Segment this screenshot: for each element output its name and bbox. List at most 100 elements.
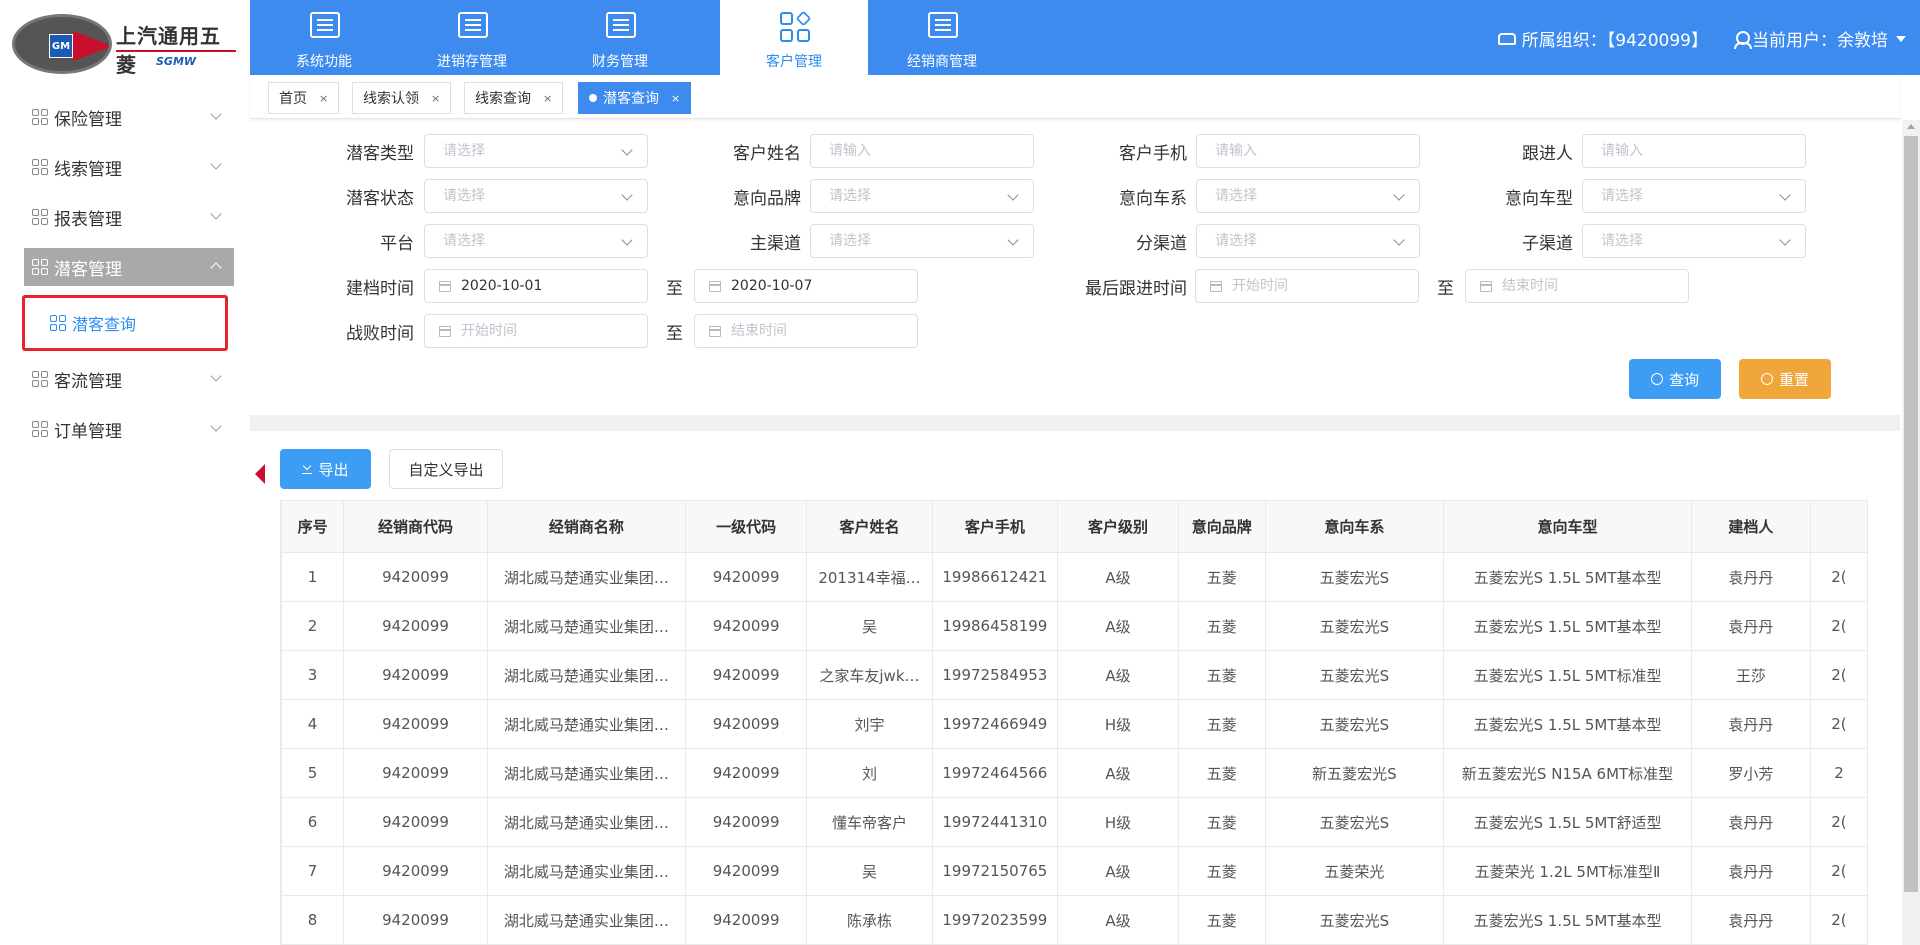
logo-name-en: SGMW xyxy=(156,55,197,68)
query-button[interactable]: 查询 xyxy=(1629,359,1721,399)
scrollbar-thumb[interactable] xyxy=(1904,136,1918,892)
customer-name-input[interactable]: 请输入 xyxy=(810,134,1034,168)
chevron-down-icon xyxy=(210,370,222,382)
tab-home[interactable]: 首页 × xyxy=(268,82,340,114)
close-icon[interactable]: × xyxy=(543,92,552,105)
collapse-sidebar-icon[interactable] xyxy=(255,464,265,484)
customer-phone-input[interactable]: 请输入 xyxy=(1196,134,1420,168)
table-cell: 五菱宏光S xyxy=(1264,552,1445,602)
child-channel-select[interactable]: 请选择 xyxy=(1582,224,1806,258)
close-icon[interactable]: × xyxy=(431,92,440,105)
column-header: 意向品牌 xyxy=(1177,500,1266,553)
create-time-end[interactable]: 2020-10-07 xyxy=(694,269,918,303)
table-cell: 五菱 xyxy=(1177,650,1266,700)
topnav-inventory[interactable]: 进销存管理 xyxy=(398,0,546,75)
table-cell: 袁丹丹 xyxy=(1690,797,1811,847)
table-cell: 9420099 xyxy=(343,650,488,700)
reset-button[interactable]: 重置 xyxy=(1739,359,1831,399)
sidebar-item-reports[interactable]: 报表管理 xyxy=(24,198,234,236)
label-child-channel: 子渠道 xyxy=(1522,234,1573,254)
chevron-down-icon xyxy=(621,234,633,246)
table-cell: 3 xyxy=(281,650,345,700)
topnav-customer[interactable]: 客户管理 xyxy=(720,0,868,75)
chevron-down-icon xyxy=(1393,234,1405,246)
potential-status-select[interactable]: 请选择 xyxy=(424,179,648,213)
range-separator: 至 xyxy=(666,324,683,344)
column-header: 建档人 xyxy=(1690,500,1811,553)
table-row[interactable]: 4 9420099 湖北威马楚通实业集团… 9420099 刘宇 19972466949 H… xyxy=(281,699,1868,749)
tab-lead-query[interactable]: 线索查询 × xyxy=(464,82,564,114)
platform-select[interactable]: 请选择 xyxy=(424,224,648,258)
table-cell: H级 xyxy=(1057,797,1179,847)
scroll-up-icon[interactable] xyxy=(1907,124,1915,129)
section-divider xyxy=(250,415,1900,431)
create-time-start[interactable]: 2020-10-01 xyxy=(424,269,648,303)
vertical-scrollbar[interactable] xyxy=(1902,120,1920,945)
table-cell: 袁丹丹 xyxy=(1690,552,1811,602)
last-follow-time-end[interactable]: 结束时间 xyxy=(1465,269,1689,303)
sidebar-item-potential-customers[interactable]: 潜客管理 xyxy=(24,248,234,286)
follower-input[interactable]: 请输入 xyxy=(1582,134,1806,168)
tab-lead-claim[interactable]: 线索认领 × xyxy=(352,82,452,114)
last-follow-time-start[interactable]: 开始时间 xyxy=(1195,269,1419,303)
table-cell: 五菱宏光S 1.5L 5MT基本型 xyxy=(1443,895,1692,945)
table-row[interactable]: 5 9420099 湖北威马楚通实业集团… 9420099 刘 19972464566 A级… xyxy=(281,748,1868,798)
sidebar-item-orders[interactable]: 订单管理 xyxy=(24,410,234,448)
defeat-time-end[interactable]: 结束时间 xyxy=(694,314,918,348)
export-button[interactable]: 导出 xyxy=(280,449,371,489)
header-info: 所属组织：【9420099】 当前用户：余敦培 xyxy=(1497,26,1906,51)
sgmw-logo: GM 上汽通用五菱 SGMW xyxy=(10,12,240,78)
close-icon[interactable]: × xyxy=(671,92,680,105)
column-header: 意向车系 xyxy=(1264,500,1445,553)
table-cell: 9420099 xyxy=(684,601,808,651)
table-row[interactable]: 7 9420099 湖北威马楚通实业集团… 9420099 吴 19972150765 A级… xyxy=(281,846,1868,896)
topnav-finance[interactable]: 财务管理 xyxy=(546,0,694,75)
table-body: 1 9420099 湖北威马楚通实业集团… 9420099 201314幸福… 19986… xyxy=(281,552,1868,945)
table-row[interactable]: 3 9420099 湖北威马楚通实业集团… 9420099 之家车友jwk… 199725… xyxy=(281,650,1868,700)
download-icon xyxy=(302,464,313,474)
topnav-system[interactable]: 系统功能 xyxy=(250,0,398,75)
main-channel-select[interactable]: 请选择 xyxy=(810,224,1034,258)
close-icon[interactable]: × xyxy=(319,92,328,105)
intent-series-select[interactable]: 请选择 xyxy=(1196,179,1420,213)
table-cell: 袁丹丹 xyxy=(1690,699,1811,749)
table-cell: 湖北威马楚通实业集团… xyxy=(486,846,686,896)
custom-export-button[interactable]: 自定义导出 xyxy=(389,449,503,489)
sidebar-subitem-potential-query[interactable]: 潜客查询 xyxy=(22,295,234,351)
table-cell: 9420099 xyxy=(343,699,488,749)
grid-icon xyxy=(32,371,48,387)
calendar-icon xyxy=(439,281,451,292)
intent-brand-select[interactable]: 请选择 xyxy=(810,179,1034,213)
table-cell: 新五菱宏光S xyxy=(1264,748,1445,798)
column-header: 序号 xyxy=(281,500,345,553)
results-table: 序号 经销商代码 经销商名称 一级代码 客户姓名 客户手机 客户级别 意向品牌 意向车系 意向车型… xyxy=(280,500,1868,945)
data-table: 序号 经销商代码 经销商名称 一级代码 客户姓名 客户手机 客户级别 意向品牌 意向车系 意向车型… xyxy=(281,500,1868,945)
table-cell: 2( xyxy=(1809,699,1868,749)
table-row[interactable]: 2 9420099 湖北威马楚通实业集团… 9420099 吴 19986458199 A级… xyxy=(281,601,1868,651)
list-icon xyxy=(606,12,636,38)
sidebar-item-insurance[interactable]: 保险管理 xyxy=(24,98,234,136)
sub-channel-select[interactable]: 请选择 xyxy=(1196,224,1420,258)
grid-icon xyxy=(32,109,48,125)
table-row[interactable]: 6 9420099 湖北威马楚通实业集团… 9420099 懂车帝客户 199724413… xyxy=(281,797,1868,847)
caret-down-icon[interactable] xyxy=(1896,35,1906,42)
defeat-time-start[interactable]: 开始时间 xyxy=(424,314,648,348)
tab-potential-query[interactable]: 潜客查询 × xyxy=(578,82,692,114)
user-label[interactable]: 当前用户：余敦培 xyxy=(1752,26,1888,51)
sidebar-item-leads[interactable]: 线索管理 xyxy=(24,148,234,186)
sidebar-item-label: 潜客管理 xyxy=(54,259,122,280)
intent-model-select[interactable]: 请选择 xyxy=(1582,179,1806,213)
topnav-dealer[interactable]: 经销商管理 xyxy=(868,0,1016,75)
column-header xyxy=(1809,500,1868,553)
table-cell: 五菱宏光S xyxy=(1264,650,1445,700)
chevron-down-icon xyxy=(1779,234,1791,246)
grid-icon xyxy=(32,259,48,275)
column-header: 客户级别 xyxy=(1057,500,1179,553)
table-cell: 19972023599 xyxy=(931,895,1059,945)
table-cell: 五菱宏光S xyxy=(1264,699,1445,749)
table-cell: 8 xyxy=(281,895,345,945)
potential-type-select[interactable]: 请选择 xyxy=(424,134,648,168)
sidebar-item-traffic[interactable]: 客流管理 xyxy=(24,360,234,398)
table-row[interactable]: 1 9420099 湖北威马楚通实业集团… 9420099 201314幸福… 19986… xyxy=(281,552,1868,602)
table-row[interactable]: 8 9420099 湖北威马楚通实业集团… 9420099 陈承栋 19972023599… xyxy=(281,895,1868,945)
